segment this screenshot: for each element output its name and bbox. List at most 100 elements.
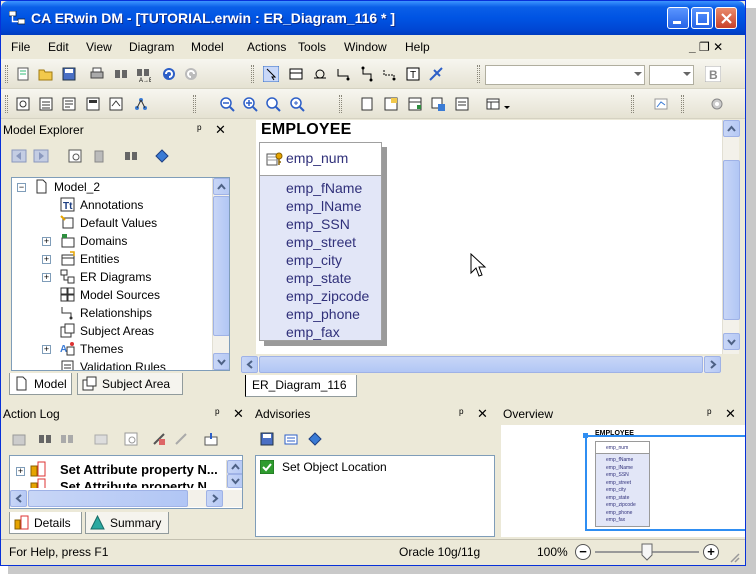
toolbar-grip[interactable]	[339, 95, 342, 113]
scroll-up-button[interactable]	[213, 178, 229, 195]
mdi-controls[interactable]: _ ❐ ✕	[689, 40, 723, 54]
back-icon[interactable]	[11, 148, 27, 164]
toolbar-grip[interactable]	[193, 95, 196, 113]
toolbar-grip[interactable]	[477, 65, 480, 83]
find-icon[interactable]	[113, 66, 129, 82]
undo-icon[interactable]	[161, 66, 177, 82]
display-level-5-icon[interactable]	[108, 96, 124, 112]
toolbar-grip[interactable]	[5, 65, 8, 83]
scroll-down-button[interactable]	[227, 474, 242, 488]
tool-options-icon[interactable]	[428, 66, 444, 82]
many-to-many-relationship-icon[interactable]	[359, 66, 375, 82]
find-replace-icon[interactable]: A→B	[135, 66, 151, 82]
relationship-table-icon[interactable]	[407, 96, 423, 112]
delete-icon[interactable]	[91, 148, 107, 164]
import-icon[interactable]	[430, 96, 446, 112]
menu-window[interactable]: Window	[344, 40, 387, 54]
entity-attribute[interactable]: emp_SSN	[286, 216, 350, 232]
entity-key-attribute[interactable]: emp_num	[286, 150, 348, 166]
scroll-left-button[interactable]	[10, 490, 27, 507]
clear-advisories-icon[interactable]	[307, 431, 323, 447]
zoom-out-button[interactable]: −	[575, 544, 591, 560]
entity-attribute[interactable]: emp_fName	[286, 180, 362, 196]
undo-to-icon[interactable]	[151, 431, 167, 447]
diagram-horizontal-scrollbar[interactable]	[241, 356, 721, 373]
transform-icon[interactable]	[485, 96, 501, 112]
tab-summary[interactable]: Summary	[85, 512, 169, 534]
redo-icon[interactable]	[183, 66, 199, 82]
tree-scroll-thumb[interactable]	[213, 196, 229, 336]
scroll-down-button[interactable]	[723, 333, 740, 350]
action-log-item[interactable]: Set Attribute property N...	[30, 478, 230, 488]
pin-icon[interactable]: ᵖ	[707, 406, 712, 420]
view-icon[interactable]	[383, 96, 399, 112]
bold-icon[interactable]: B	[705, 66, 721, 82]
menu-tools[interactable]: Tools	[298, 40, 326, 54]
forward-icon[interactable]	[33, 148, 49, 164]
menu-actions[interactable]: Actions	[247, 40, 286, 54]
entity-attribute[interactable]: emp_fax	[286, 324, 340, 340]
diagram-canvas[interactable]: EMPLOYEE emp_num emp_fName emp_lName emp…	[256, 120, 722, 354]
action-log-horizontal-scrollbar[interactable]	[10, 490, 242, 507]
overview-canvas[interactable]: EMPLOYEE emp_num emp_fName emp_lName emp…	[501, 425, 745, 537]
menu-help[interactable]: Help	[405, 40, 430, 54]
find-actions-icon[interactable]	[37, 431, 53, 447]
print-icon[interactable]	[89, 66, 105, 82]
scroll-down-button[interactable]	[213, 353, 229, 370]
entity-name[interactable]: EMPLOYEE	[261, 121, 352, 139]
mart-icon[interactable]	[709, 96, 725, 112]
tab-model[interactable]: Model	[9, 373, 72, 395]
find-next-icon[interactable]	[59, 431, 75, 447]
save-advisories-icon[interactable]	[259, 431, 275, 447]
clear-icon[interactable]	[93, 431, 109, 447]
minimize-button[interactable]	[667, 7, 689, 29]
toolbar-grip[interactable]	[5, 95, 8, 113]
menu-edit[interactable]: Edit	[48, 40, 69, 54]
open-folder-icon[interactable]	[38, 66, 54, 82]
entity-attributes-section[interactable]: emp_fName emp_lName emp_SSN emp_street e…	[259, 176, 382, 341]
toolbar-grip[interactable]	[681, 95, 684, 113]
properties-icon[interactable]	[67, 148, 83, 164]
non-identifying-relationship-icon[interactable]	[382, 66, 398, 82]
copy-advisories-icon[interactable]	[283, 431, 299, 447]
expand-icon[interactable]: +	[42, 237, 51, 246]
display-level-2-icon[interactable]	[38, 96, 54, 112]
close-button[interactable]	[715, 7, 737, 29]
tree-vertical-scrollbar[interactable]	[212, 178, 229, 370]
identifying-relationship-icon[interactable]	[336, 66, 352, 82]
undo-actions-icon[interactable]	[11, 431, 27, 447]
search-icon[interactable]	[123, 148, 139, 164]
entity-tool-icon[interactable]	[288, 66, 304, 82]
display-level-4-icon[interactable]	[85, 96, 101, 112]
model-combo[interactable]	[485, 65, 645, 85]
scroll-up-button[interactable]	[723, 120, 740, 137]
entity-attribute[interactable]: emp_city	[286, 252, 342, 268]
diagram-vertical-scrollbar[interactable]	[722, 120, 740, 354]
expand-icon[interactable]: +	[42, 273, 51, 282]
scroll-left-button[interactable]	[241, 356, 258, 373]
pin-icon[interactable]: ᵖ	[459, 406, 464, 420]
zoom-normal-icon[interactable]	[289, 96, 305, 112]
entity-attribute[interactable]: emp_lName	[286, 198, 361, 214]
title-bar[interactable]: CA ERwin DM - [TUTORIAL.erwin : ER_Diagr…	[1, 1, 745, 35]
collapse-icon[interactable]: −	[17, 183, 26, 192]
zoom-in-button[interactable]: +	[703, 544, 719, 560]
tab-er-diagram[interactable]: ER_Diagram_116	[245, 375, 357, 397]
diagram-vscroll-thumb[interactable]	[723, 160, 740, 320]
maximize-button[interactable]	[691, 7, 713, 29]
menu-diagram[interactable]: Diagram	[129, 40, 174, 54]
text-block-icon[interactable]: T	[405, 66, 421, 82]
report-icon[interactable]	[653, 96, 669, 112]
scroll-right-button[interactable]	[704, 356, 721, 373]
new-model-icon[interactable]	[15, 66, 31, 82]
action-log-hscroll-thumb[interactable]	[28, 490, 188, 507]
close-panel-icon[interactable]: ✕	[215, 122, 226, 138]
expand-icon[interactable]: +	[16, 467, 25, 476]
expand-icon[interactable]: +	[42, 255, 51, 264]
zoom-fit-icon[interactable]	[265, 96, 281, 112]
tab-subject-area[interactable]: Subject Area	[77, 373, 183, 395]
menu-model[interactable]: Model	[191, 40, 224, 54]
menu-file[interactable]: File	[11, 40, 30, 54]
entity-attribute[interactable]: emp_phone	[286, 306, 360, 322]
redo-to-icon[interactable]	[173, 431, 189, 447]
